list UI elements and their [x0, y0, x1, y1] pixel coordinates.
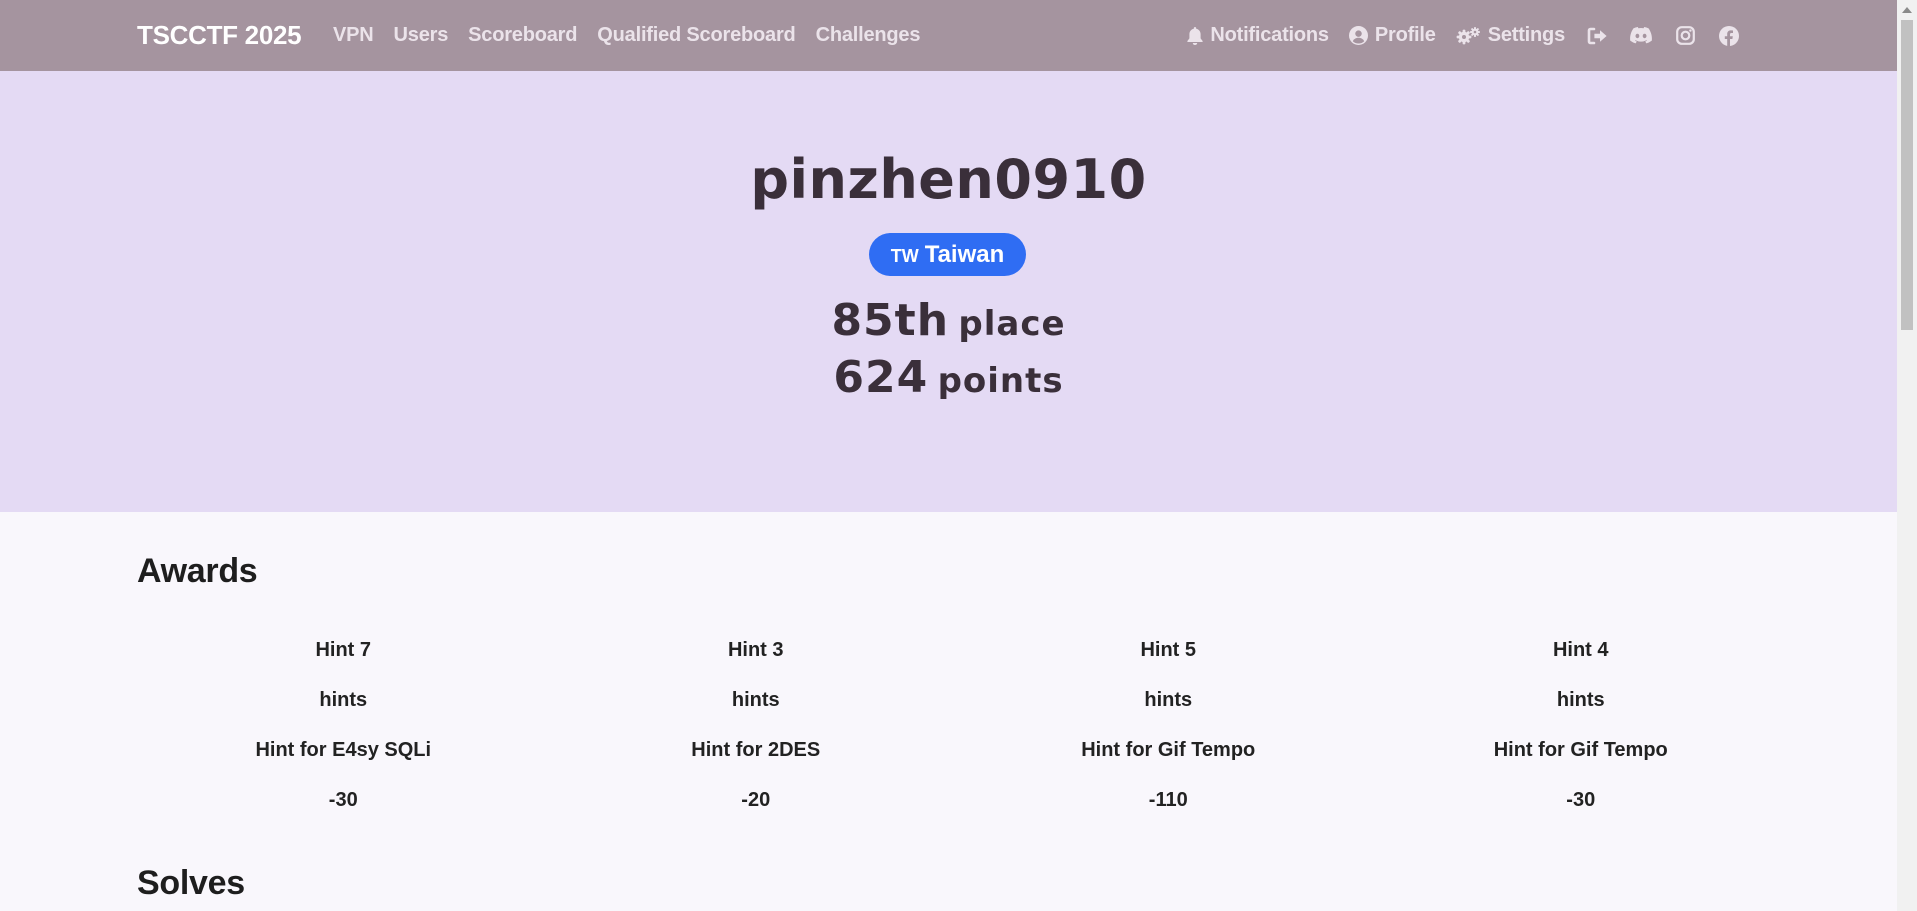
award-category: hints	[731, 689, 780, 711]
discord-icon[interactable]	[1629, 24, 1653, 48]
award-value: -30	[1566, 789, 1596, 811]
nav-link-qualified-scoreboard[interactable]: Qualified Scoreboard	[597, 24, 795, 47]
facebook-icon[interactable]	[1717, 24, 1741, 48]
award-value: -20	[741, 789, 771, 811]
nav-notifications-label: Notifications	[1210, 24, 1329, 46]
navbar: TSCCTF 2025 VPN Users Scoreboard Qualifi…	[0, 0, 1897, 71]
scrollbar-thumb[interactable]	[1901, 20, 1913, 330]
nav-settings-label: Settings	[1487, 24, 1565, 46]
place-label: place	[958, 304, 1066, 344]
award-category: hints	[319, 689, 368, 711]
page-scrollbar[interactable]	[1897, 0, 1917, 911]
bell-icon	[1187, 26, 1203, 45]
logout-icon[interactable]	[1585, 24, 1609, 48]
award-name: Hint 7	[315, 639, 372, 661]
user-place: 85th place	[0, 295, 1897, 346]
place-number: 85th	[831, 295, 950, 346]
points-number: 624	[833, 352, 929, 403]
username-title: pinzhen0910	[750, 148, 1147, 211]
nav-link-vpn[interactable]: VPN	[333, 24, 374, 47]
country-name: Taiwan	[924, 240, 1005, 268]
nav-link-users[interactable]: Users	[394, 24, 449, 47]
nav-profile[interactable]: Profile	[1348, 24, 1436, 47]
user-points: 624 points	[0, 352, 1897, 403]
scroll-up-arrow-icon[interactable]	[1902, 7, 1912, 13]
award-name: Hint 4	[1552, 639, 1609, 661]
award-description: Hint for E4sy SQLi	[255, 739, 432, 761]
nav-user-links: Notifications Profile Settings	[1187, 0, 1741, 71]
award-value: -30	[328, 789, 358, 811]
brand-link[interactable]: TSCCTF 2025	[137, 0, 302, 71]
award-category: hints	[1144, 689, 1193, 711]
award-name: Hint 3	[727, 639, 784, 661]
nav-notifications[interactable]: Notifications	[1187, 24, 1329, 47]
award-name: Hint 5	[1140, 639, 1197, 661]
award-card: Hint 7 hints Hint for E4sy SQLi -30	[137, 632, 550, 832]
instagram-icon[interactable]	[1673, 24, 1697, 48]
award-category: hints	[1556, 689, 1605, 711]
award-description: Hint for Gif Tempo	[1081, 739, 1256, 761]
points-label: points	[937, 361, 1064, 401]
cogs-icon	[1456, 26, 1481, 46]
nav-main-links: VPN Users Scoreboard Qualified Scoreboar…	[333, 0, 920, 71]
award-card: Hint 3 hints Hint for 2DES -20	[550, 632, 963, 832]
award-description: Hint for Gif Tempo	[1493, 739, 1668, 761]
award-value: -110	[1148, 789, 1188, 811]
user-header: pinzhen0910 TW Taiwan 85th place 624 poi…	[0, 71, 1897, 512]
award-card: Hint 5 hints Hint for Gif Tempo -110	[962, 632, 1375, 832]
nav-link-scoreboard[interactable]: Scoreboard	[468, 24, 577, 47]
award-description: Hint for 2DES	[691, 739, 821, 761]
awards-heading: Awards	[137, 552, 258, 590]
award-card: Hint 4 hints Hint for Gif Tempo -30	[1375, 632, 1788, 832]
nav-profile-label: Profile	[1374, 24, 1436, 46]
user-circle-icon	[1348, 26, 1368, 45]
country-badge: TW Taiwan	[869, 233, 1026, 276]
nav-settings[interactable]: Settings	[1456, 24, 1565, 47]
solves-heading: Solves	[137, 864, 245, 902]
awards-list: Hint 7 hints Hint for E4sy SQLi -30 Hint…	[137, 632, 1787, 832]
nav-link-challenges[interactable]: Challenges	[816, 24, 921, 47]
country-code: TW	[890, 246, 919, 266]
